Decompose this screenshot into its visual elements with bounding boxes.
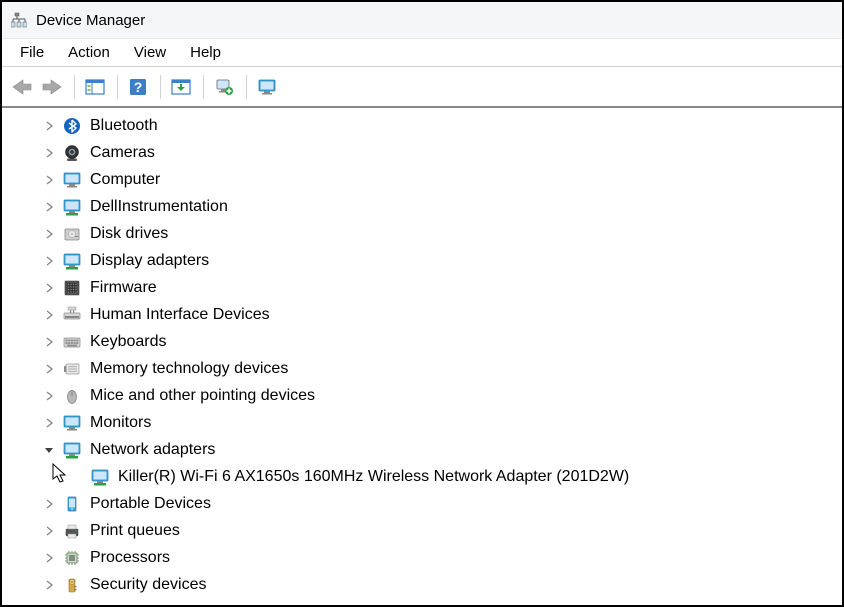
tree-item-label: Portable Devices — [90, 495, 211, 513]
tree-item[interactable]: Computer — [2, 166, 842, 193]
menu-file[interactable]: File — [8, 42, 56, 63]
memory-icon — [62, 359, 82, 379]
toolbar-separator — [203, 75, 204, 99]
tree-item[interactable]: DellInstrumentation — [2, 193, 842, 220]
chevron-right-icon[interactable] — [42, 200, 56, 214]
menu-help[interactable]: Help — [178, 42, 233, 63]
menu-view[interactable]: View — [122, 42, 178, 63]
tree-item[interactable]: Firmware — [2, 274, 842, 301]
firmware-icon — [62, 278, 82, 298]
chevron-right-icon[interactable] — [42, 497, 56, 511]
tree-item-label: Computer — [90, 171, 160, 189]
tree-item-label: Firmware — [90, 279, 157, 297]
add-legacy-hardware-button[interactable] — [210, 73, 238, 101]
tree-item-label: Display adapters — [90, 252, 209, 270]
app-icon — [10, 11, 28, 29]
tree-item-child[interactable]: Killer(R) Wi-Fi 6 AX1650s 160MHz Wireles… — [2, 463, 842, 490]
monitor-icon — [62, 413, 82, 433]
svg-text:?: ? — [134, 79, 143, 95]
tree-item-label: Cameras — [90, 144, 155, 162]
chevron-right-icon[interactable] — [42, 416, 56, 430]
menu-action[interactable]: Action — [56, 42, 122, 63]
menubar: File Action View Help — [2, 39, 842, 67]
chevron-right-icon[interactable] — [42, 254, 56, 268]
monitor-net-icon — [90, 467, 110, 487]
tree-item[interactable]: Disk drives — [2, 220, 842, 247]
chevron-right-icon[interactable] — [42, 578, 56, 592]
keyboard-icon — [62, 332, 82, 352]
tree-item[interactable]: Mice and other pointing devices — [2, 382, 842, 409]
back-button[interactable] — [8, 73, 36, 101]
chevron-right-icon[interactable] — [42, 335, 56, 349]
bluetooth-icon — [62, 116, 82, 136]
camera-icon — [62, 143, 82, 163]
monitor-icon — [62, 170, 82, 190]
cpu-icon — [62, 548, 82, 568]
tree-item-label: DellInstrumentation — [90, 198, 228, 216]
device-tree[interactable]: Bluetooth Cameras Computer DellInstrumentat… — [2, 108, 842, 605]
printer-icon — [62, 521, 82, 541]
tree-item-label: Network adapters — [90, 441, 215, 459]
tree-item[interactable]: Network adapters — [2, 436, 842, 463]
scan-hardware-button[interactable] — [167, 73, 195, 101]
chevron-right-icon[interactable] — [42, 389, 56, 403]
tree-item[interactable]: Keyboards — [2, 328, 842, 355]
tree-item-label: Memory technology devices — [90, 360, 288, 378]
titlebar: Device Manager — [2, 2, 842, 39]
show-hidden-devices-button[interactable] — [253, 73, 281, 101]
chevron-right-icon[interactable] — [42, 146, 56, 160]
chevron-down-icon[interactable] — [42, 443, 56, 457]
chevron-right-icon[interactable] — [42, 281, 56, 295]
chevron-right-icon[interactable] — [42, 227, 56, 241]
chevron-right-icon[interactable] — [42, 551, 56, 565]
tree-item-label: Bluetooth — [90, 117, 158, 135]
tree-item-label: Keyboards — [90, 333, 167, 351]
tree-item-label: Print queues — [90, 522, 180, 540]
security-icon — [62, 575, 82, 595]
tree-item[interactable]: Monitors — [2, 409, 842, 436]
toolbar-separator — [160, 75, 161, 99]
tree-item[interactable]: Cameras — [2, 139, 842, 166]
toolbar: ? — [2, 67, 842, 108]
tree-item-label: Processors — [90, 549, 170, 567]
chevron-right-icon[interactable] — [42, 308, 56, 322]
tree-item-label: Monitors — [90, 414, 151, 432]
tree-item-label: Killer(R) Wi-Fi 6 AX1650s 160MHz Wireles… — [118, 468, 629, 486]
toggle-console-tree-button[interactable] — [81, 73, 109, 101]
tree-item-label: Mice and other pointing devices — [90, 387, 315, 405]
tree-item[interactable]: Security devices — [2, 571, 842, 598]
chevron-right-icon[interactable] — [42, 524, 56, 538]
tree-item[interactable]: Display adapters — [2, 247, 842, 274]
chevron-right-icon[interactable] — [42, 119, 56, 133]
tree-item[interactable]: Print queues — [2, 517, 842, 544]
monitor-net-icon — [62, 197, 82, 217]
mouse-icon — [62, 386, 82, 406]
tree-item-label: Disk drives — [90, 225, 168, 243]
toolbar-separator — [74, 75, 75, 99]
disk-icon — [62, 224, 82, 244]
tree-item[interactable]: Memory technology devices — [2, 355, 842, 382]
chevron-right-icon[interactable] — [42, 362, 56, 376]
tree-item[interactable]: Bluetooth — [2, 112, 842, 139]
tree-item-label: Human Interface Devices — [90, 306, 270, 324]
hid-icon — [62, 305, 82, 325]
chevron-right-icon[interactable] — [42, 173, 56, 187]
tree-item[interactable]: Human Interface Devices — [2, 301, 842, 328]
monitor-net-icon — [62, 440, 82, 460]
window-title: Device Manager — [36, 12, 145, 29]
portable-icon — [62, 494, 82, 514]
tree-item[interactable]: Portable Devices — [2, 490, 842, 517]
toolbar-separator — [246, 75, 247, 99]
help-button[interactable]: ? — [124, 73, 152, 101]
toolbar-separator — [117, 75, 118, 99]
forward-button[interactable] — [38, 73, 66, 101]
tree-item[interactable]: Processors — [2, 544, 842, 571]
monitor-net-icon — [62, 251, 82, 271]
chevron-right-icon — [70, 470, 84, 484]
tree-item-label: Security devices — [90, 576, 207, 594]
